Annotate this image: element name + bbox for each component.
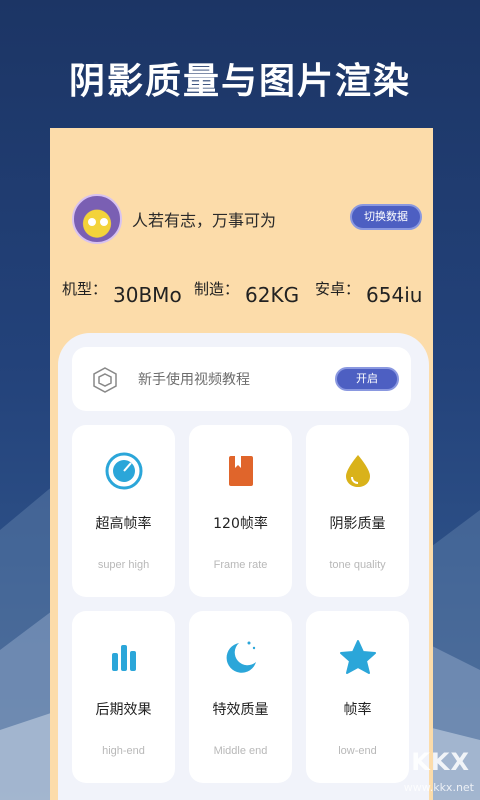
stat-label: 安卓： [315, 280, 361, 298]
tutorial-row[interactable]: 新手使用视频教程 开启 [72, 347, 411, 411]
tile-name: 超高帧率 [95, 516, 152, 532]
stat-value: 30BMo [113, 283, 182, 307]
stat-label: 制造： [194, 280, 240, 298]
main-card: 人若有志，万事可为 切换数据 机型： 30BMo 制造： 62KG 安卓： 65… [50, 128, 433, 800]
cube-icon [93, 367, 117, 393]
open-button[interactable]: 开启 [335, 367, 399, 391]
tile-name: 120帧率 [213, 516, 268, 532]
tile-super-high[interactable]: 超高帧率 super high [72, 425, 175, 597]
tutorial-text: 新手使用视频教程 [138, 372, 250, 388]
tile-frame[interactable]: 帧率 low-end [306, 611, 409, 783]
profile-row: 人若有志，万事可为 [72, 194, 276, 244]
bars-icon [112, 645, 136, 671]
page-title: 阴影质量与图片渲染 [68, 61, 411, 102]
tile-subtitle: Frame rate [213, 559, 268, 571]
stat-model: 机型： 30BMo [62, 278, 182, 307]
tile-tone-quality[interactable]: 阴影质量 tone quality [306, 425, 409, 597]
star-icon [340, 640, 376, 674]
moon-icon [226, 641, 256, 673]
tile-post-effect[interactable]: 后期效果 high-end [72, 611, 175, 783]
tile-name: 阴影质量 [329, 516, 386, 532]
tile-subtitle: tone quality [329, 559, 386, 571]
avatar[interactable] [72, 194, 122, 244]
tile-subtitle: super high [97, 559, 150, 571]
tile-subtitle: low-end [338, 745, 377, 757]
book-icon [229, 456, 253, 486]
stat-android: 安卓： 654iu [315, 278, 422, 307]
tile-subtitle: high-end [102, 745, 145, 757]
tile-effect-quality[interactable]: 特效质量 Middle end [189, 611, 292, 783]
motto-text: 人若有志，万事可为 [132, 211, 277, 230]
stat-label: 机型： [62, 280, 108, 298]
tile-name: 特效质量 [212, 702, 269, 718]
watermark-logo: KKX [411, 748, 470, 776]
watermark-url: www.kkx.net [403, 781, 474, 794]
timer-icon [105, 452, 143, 490]
stat-value: 654iu [366, 283, 423, 307]
tile-name: 帧率 [343, 702, 372, 718]
drop-icon [346, 455, 370, 487]
switch-data-button[interactable]: 切换数据 [350, 204, 422, 230]
tile-name: 后期效果 [95, 702, 152, 718]
tile-subtitle: Middle end [213, 745, 268, 757]
stat-value: 62KG [245, 283, 300, 307]
stat-manufacture: 制造： 62KG [194, 278, 299, 307]
tile-frame-rate[interactable]: 120帧率 Frame rate [189, 425, 292, 597]
options-panel: 新手使用视频教程 开启 超高帧率 super high 120帧率 Frame … [58, 333, 429, 800]
